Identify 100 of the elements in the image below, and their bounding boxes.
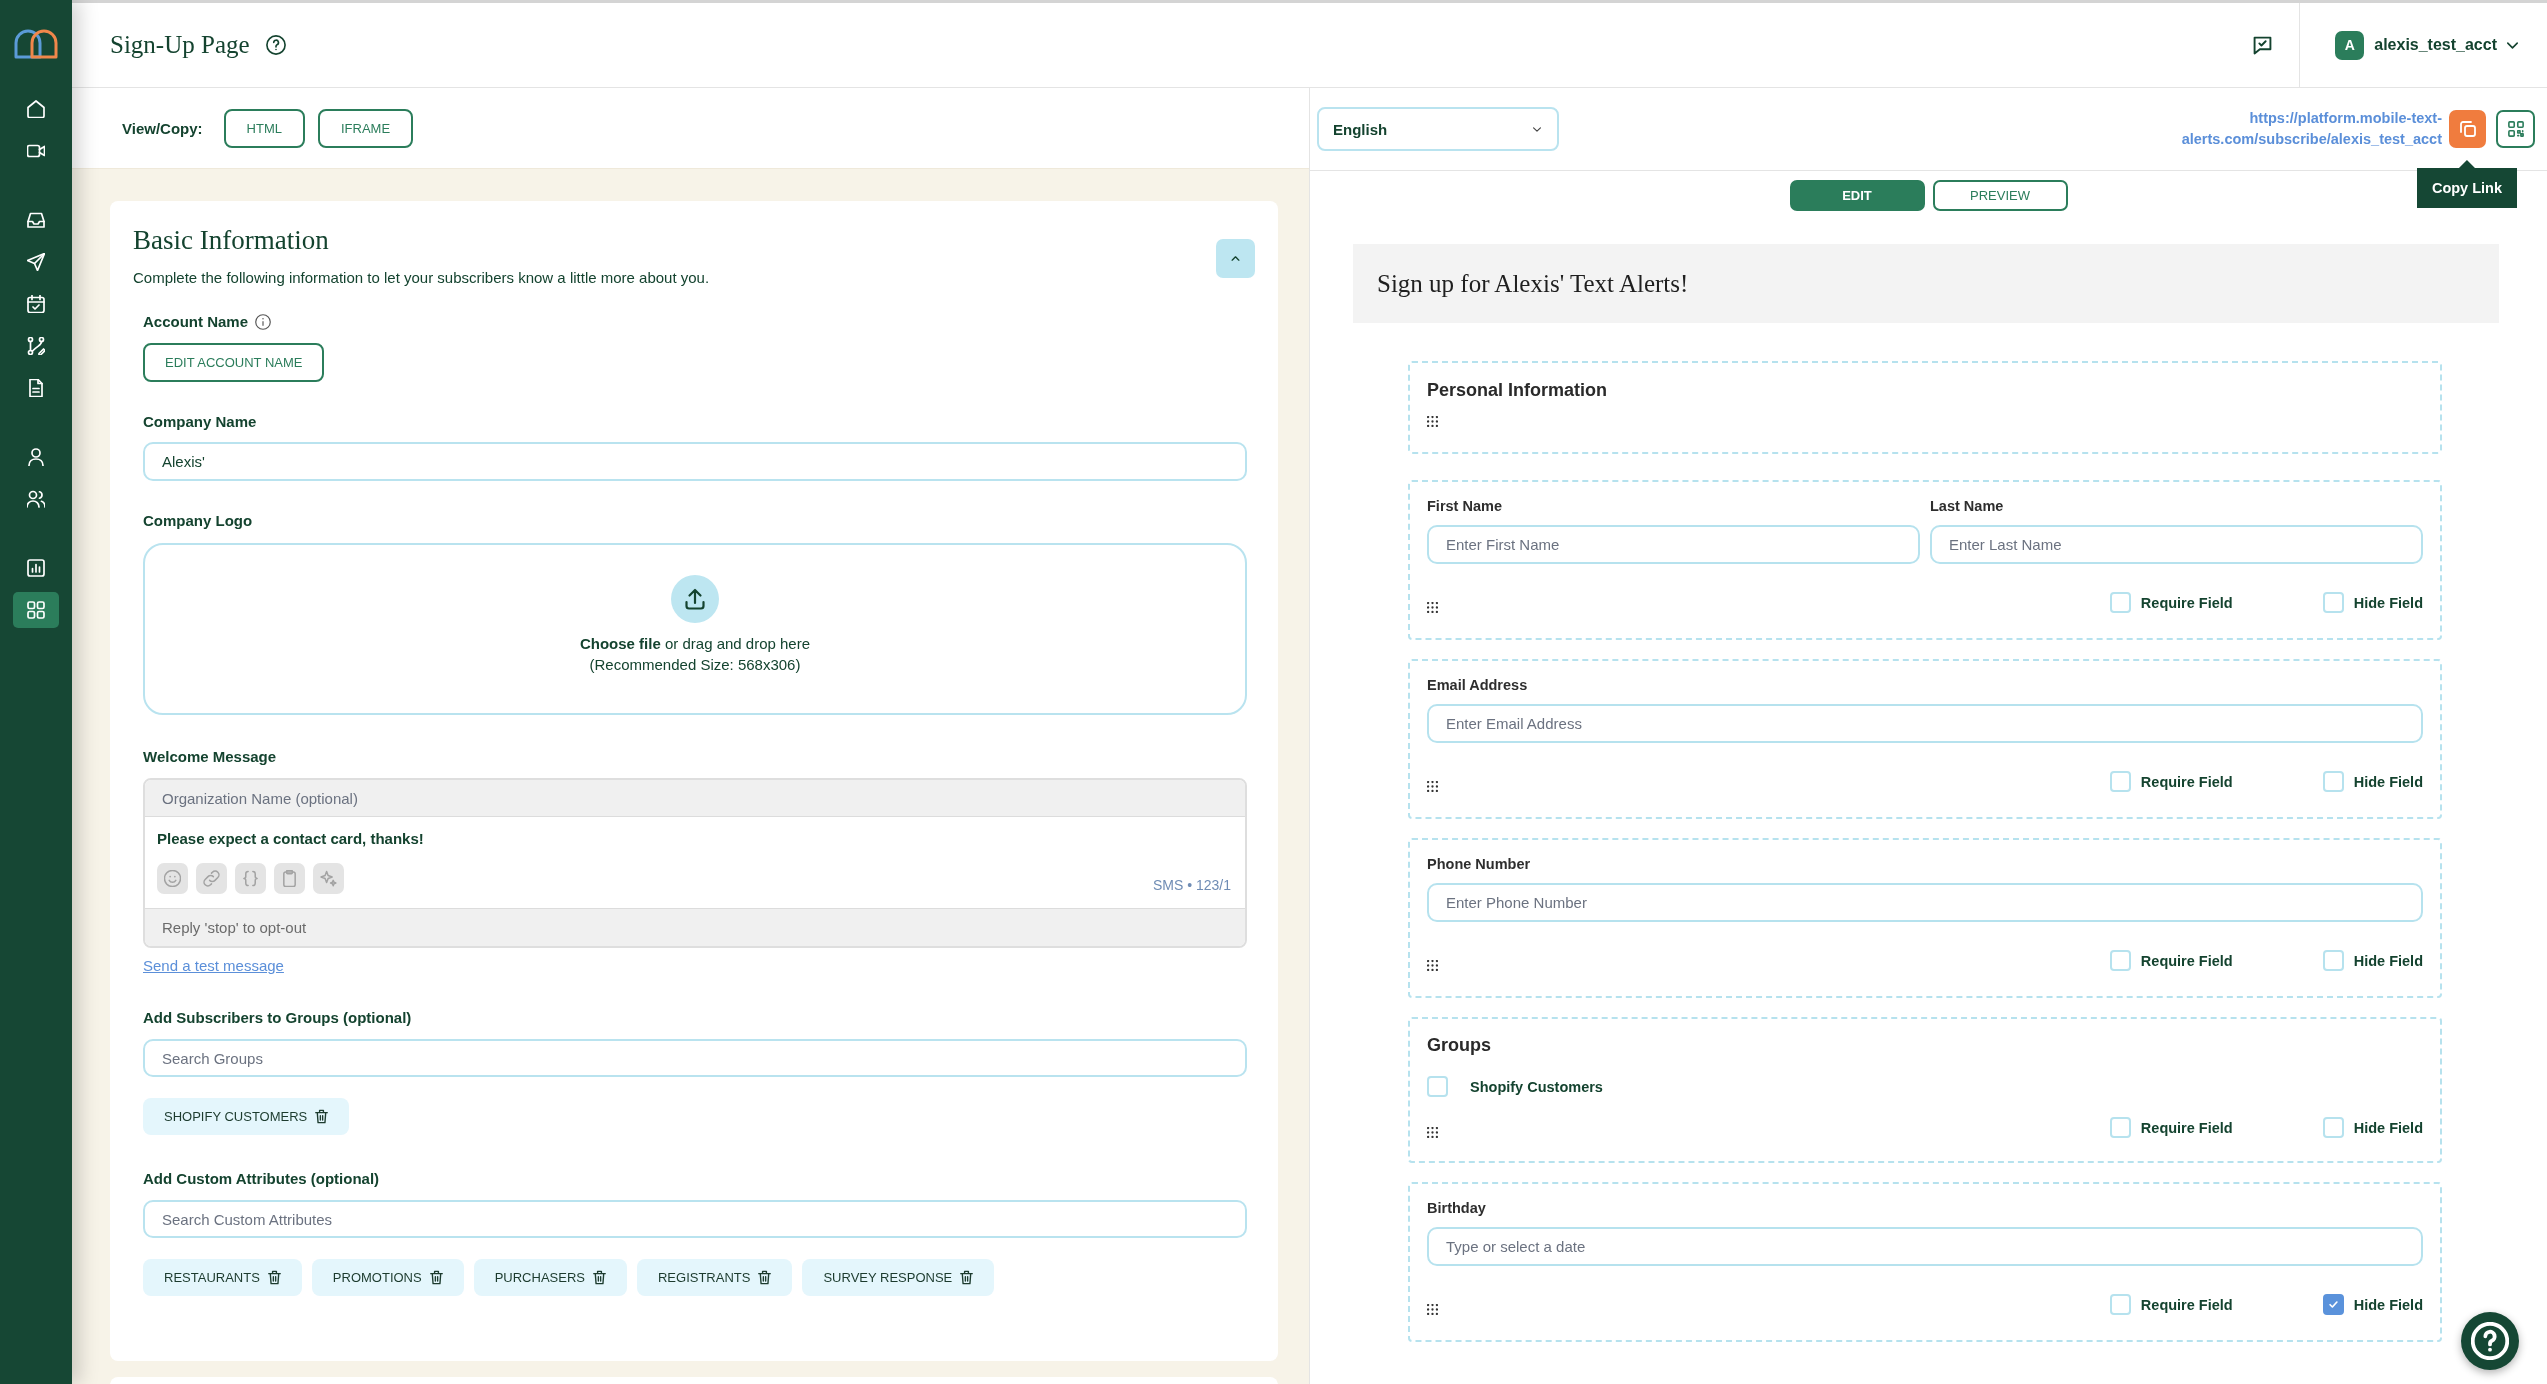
checkbox-label: Hide Field xyxy=(2353,594,2423,611)
tag-text: REGISTRANTS xyxy=(657,1270,751,1285)
trash-icon[interactable] xyxy=(960,1270,974,1285)
checkbox-label: Require Field xyxy=(2140,952,2233,969)
send-test-link[interactable]: Send a test message xyxy=(143,957,284,975)
trash-icon[interactable] xyxy=(315,1109,329,1124)
text-field[interactable]: Enter Email Address xyxy=(1427,704,2423,743)
checkbox-label: Require Field xyxy=(2140,1296,2233,1313)
chevron-down-icon xyxy=(2507,41,2518,49)
checkbox-label: Shopify Customers xyxy=(1470,1078,1603,1095)
upload-dropzone[interactable]: Choose file or drag and drop here (Recommended Size: 568x306) xyxy=(143,543,1247,715)
section-title: Basic Information xyxy=(133,225,330,255)
field-label: Welcome Message xyxy=(143,748,277,766)
drag-handle-icon[interactable] xyxy=(1427,602,1438,613)
field-label: Last Name xyxy=(1930,497,2005,516)
mode-tab[interactable]: PREVIEW xyxy=(1932,180,2068,211)
checkbox-label: Require Field xyxy=(2140,594,2233,611)
help-icon xyxy=(2471,1322,2509,1360)
checkbox-label: Require Field xyxy=(2140,1119,2233,1136)
document-icon xyxy=(27,379,45,397)
tag-text: SURVEY RESPONSE xyxy=(823,1270,953,1285)
upload-icon[interactable] xyxy=(671,575,719,623)
logo-icon[interactable] xyxy=(14,29,58,59)
chevron-down-icon xyxy=(1533,126,1541,132)
field-label: First Name xyxy=(1427,497,1503,516)
tooltip: Copy Link xyxy=(2416,160,2517,208)
field-label: Birthday xyxy=(1427,1199,1487,1218)
chat-check-icon[interactable] xyxy=(2253,35,2273,55)
field-label: Company Logo xyxy=(143,512,253,530)
link-icon xyxy=(203,870,220,887)
caret-up-icon xyxy=(1231,256,1240,261)
subscribe-link[interactable]: https://platform.mobile-text-alerts.com/subscribe/alexis_test_acct xyxy=(2181,108,2442,150)
section-description: Complete the following information to let your subscribers know a little more about you. xyxy=(133,269,710,287)
message-field[interactable]: Please expect a contact card, thanks! xyxy=(157,830,1231,848)
character-counter: SMS • 123/1 xyxy=(1152,876,1231,894)
view-copy-label: View/Copy: xyxy=(122,119,203,137)
block-title: Personal Information xyxy=(1427,379,1609,401)
qr-code-button[interactable] xyxy=(2496,110,2535,148)
copy-icon xyxy=(2459,121,2476,137)
search-attributes-field[interactable]: Search Custom Attributes xyxy=(143,1200,1247,1238)
video-camera-icon xyxy=(27,142,45,160)
text-field[interactable]: Type or select a date xyxy=(1427,1227,2423,1266)
sidebar-item[interactable] xyxy=(13,592,59,628)
field-label: Add Subscribers to Groups (optional) xyxy=(143,1009,412,1027)
text-field[interactable]: Enter First Name xyxy=(1427,525,1920,564)
checkbox-label: Hide Field xyxy=(2353,952,2423,969)
field-label: Add Custom Attributes (optional) xyxy=(143,1170,380,1188)
trash-icon[interactable] xyxy=(429,1270,443,1285)
clipboard-icon xyxy=(281,870,298,887)
checkbox-label: Hide Field xyxy=(2353,1296,2423,1313)
organization-name-field[interactable]: Organization Name (optional) xyxy=(145,780,1245,817)
drag-handle-icon[interactable] xyxy=(1427,1304,1438,1315)
drag-handle-icon[interactable] xyxy=(1427,781,1438,792)
checkmark-icon xyxy=(2328,1301,2338,1308)
embed-button[interactable]: IFRAME xyxy=(317,108,414,148)
drag-handle-icon[interactable] xyxy=(1427,960,1438,971)
drag-handle-icon[interactable] xyxy=(1427,416,1438,427)
field-label: Phone Number xyxy=(1427,855,1532,874)
clipboard-button[interactable] xyxy=(274,863,305,894)
text-field[interactable]: Enter Phone Number xyxy=(1427,883,2423,922)
checkbox[interactable] xyxy=(2322,1294,2344,1315)
checkbox-label: Require Field xyxy=(2140,773,2233,790)
upload-hint: (Recommended Size: 568x306) xyxy=(589,655,801,675)
grid-icon xyxy=(27,601,45,619)
form-title: Sign up for Alexis' Text Alerts! xyxy=(1377,269,1689,298)
text-field[interactable]: Enter Last Name xyxy=(1930,525,2423,564)
info-icon[interactable] xyxy=(255,314,272,330)
sparkle-icon xyxy=(320,870,337,887)
inbox-icon xyxy=(27,211,45,229)
search-groups-field[interactable]: Search Groups xyxy=(143,1039,1247,1077)
trash-icon[interactable] xyxy=(758,1270,772,1285)
field-label: Company Name xyxy=(143,413,257,431)
braces-icon xyxy=(242,870,259,887)
branch-icon xyxy=(27,337,45,355)
page-title: Sign-Up Page xyxy=(110,31,250,59)
embed-button[interactable]: HTML xyxy=(223,108,305,148)
calendar-icon xyxy=(27,295,45,313)
drag-handle-icon[interactable] xyxy=(1427,1127,1438,1138)
tag-text: RESTAURANTS xyxy=(164,1270,260,1285)
language-select[interactable]: English xyxy=(1317,107,1559,151)
opt-out-footer: Reply 'stop' to opt-out xyxy=(145,908,1245,946)
tag-text: PROMOTIONS xyxy=(332,1270,422,1285)
checkbox-label: Hide Field xyxy=(2353,1119,2423,1136)
help-button[interactable] xyxy=(2461,1312,2519,1370)
help-icon[interactable] xyxy=(265,35,286,55)
mode-tab[interactable]: EDIT xyxy=(1789,180,1925,211)
account-menu[interactable]: A alexis_test_acct xyxy=(2299,3,2547,87)
copy-link-button[interactable] xyxy=(2449,110,2486,148)
bar-chart-icon xyxy=(27,559,45,577)
upload-prompt: Choose file or drag and drop here xyxy=(579,634,811,654)
trash-icon[interactable] xyxy=(267,1270,281,1285)
qr-code-icon xyxy=(2507,121,2524,137)
company-name-field[interactable]: Alexis' xyxy=(143,442,1247,481)
field-label: Email Address xyxy=(1427,676,1529,695)
checkbox-label: Hide Field xyxy=(2353,773,2423,790)
field-label: Account Name xyxy=(143,313,249,331)
home-icon xyxy=(27,100,45,118)
edit-account-name-button[interactable]: EDIT ACCOUNT NAME xyxy=(143,343,325,382)
trash-icon[interactable] xyxy=(592,1270,606,1285)
tag-text: PURCHASERS xyxy=(494,1270,585,1285)
